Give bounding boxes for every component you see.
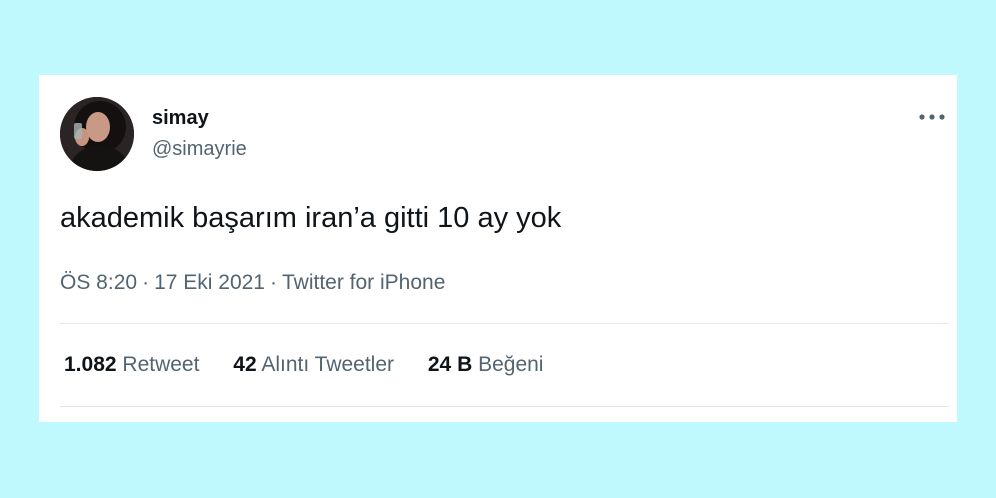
user-handle[interactable]: @simayrie [152,137,247,161]
display-name[interactable]: simay [152,106,209,130]
divider [60,323,949,324]
avatar-image [60,97,134,171]
like-count[interactable]: 24 B Beğeni [428,352,544,378]
tweet-source[interactable]: Twitter for iPhone [282,271,445,294]
tweet-stats: 1.082 Retweet 42 Alıntı Tweetler 24 B Be… [64,352,571,378]
tweet-card: simay @simayrie akademik başarım iran’a … [39,75,957,422]
stat-count: 1.082 [64,353,117,376]
stat-label: Alıntı Tweetler [261,353,395,376]
tweet-metadata: ÖS 8:20 · 17 Eki 2021 · Twitter for iPhone [60,270,445,296]
meta-separator: · [142,271,150,294]
quote-tweet-count[interactable]: 42 Alıntı Tweetler [233,352,394,378]
meta-separator: · [269,271,277,294]
avatar[interactable] [60,97,134,171]
tweet-text: akademik başarım iran’a gitti 10 ay yok [60,202,562,234]
divider [60,406,949,407]
stat-label: Beğeni [478,353,544,376]
more-horizontal-icon [919,114,945,120]
tweet-time[interactable]: ÖS 8:20 [60,271,137,294]
stat-count: 42 [233,353,257,376]
more-options-button[interactable] [915,105,949,129]
stat-label: Retweet [122,353,200,376]
retweet-count[interactable]: 1.082 Retweet [64,352,199,378]
stat-count: 24 B [427,353,473,376]
tweet-date[interactable]: 17 Eki 2021 [154,271,265,294]
